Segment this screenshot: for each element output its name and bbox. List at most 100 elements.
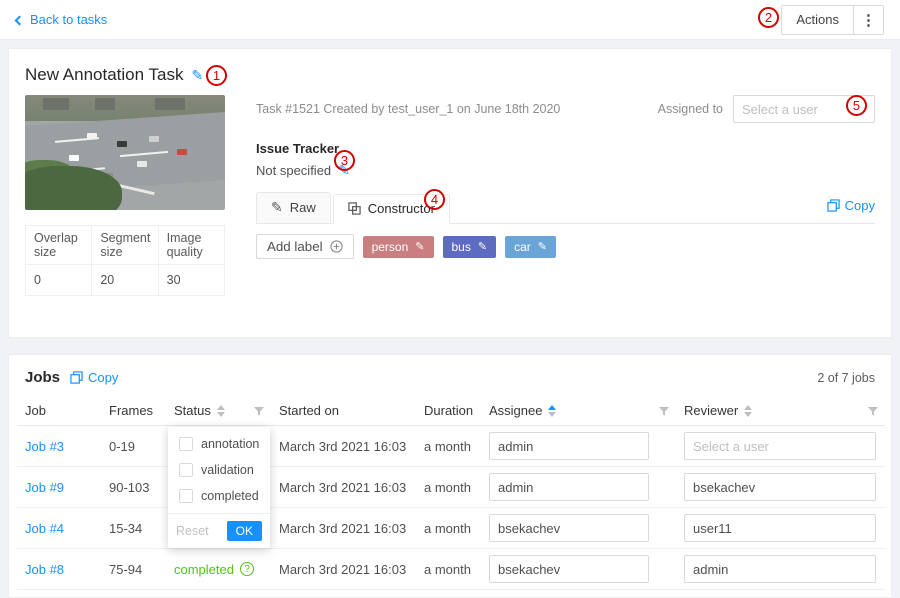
assignee-input[interactable]: [489, 555, 649, 583]
job-link[interactable]: Job #8: [25, 562, 64, 577]
label-name-car: car: [514, 240, 531, 254]
reviewer-input[interactable]: [684, 432, 876, 460]
filter-option-annotation[interactable]: annotation: [168, 431, 270, 457]
chevron-left-icon: [15, 15, 25, 25]
copy-jobs-button[interactable]: Copy: [70, 370, 118, 385]
back-to-tasks-link[interactable]: Back to tasks: [16, 12, 107, 27]
task-details-card: New Annotation Task ✎: [8, 48, 892, 338]
label-tag-car[interactable]: car ✎: [505, 236, 556, 258]
jobs-count: 2 of 7 jobs: [817, 371, 875, 385]
copy-labels-label: Copy: [845, 198, 875, 213]
filter-option-validation[interactable]: validation: [168, 457, 270, 483]
col-started: Started on: [271, 396, 416, 426]
callout-5: 5: [846, 95, 867, 116]
checkbox-icon[interactable]: [179, 463, 193, 477]
param-header-segment: Segment size: [92, 226, 158, 265]
assignee-input[interactable]: [489, 514, 649, 542]
job-duration: a month: [416, 467, 481, 508]
col-job: Job: [17, 396, 101, 426]
plus-circle-icon: [330, 240, 343, 253]
param-header-overlap: Overlap size: [26, 226, 92, 265]
job-row: Job #3 0-19 March 3rd 2021 16:03 a month: [17, 426, 885, 467]
constructor-tab-icon: [348, 202, 361, 215]
jobs-card: Jobs Copy 2 of 7 jobs Job Frames St: [8, 354, 892, 598]
raw-tab-icon: ✎: [271, 199, 283, 216]
copy-labels-button[interactable]: Copy: [827, 198, 875, 217]
filter-option-label: completed: [201, 489, 259, 503]
col-job-label: Job: [25, 403, 46, 418]
sort-reviewer[interactable]: [744, 405, 752, 417]
more-options-button[interactable]: ⋮: [853, 6, 883, 34]
labels-constructor-panel: Add label person ✎ bus ✎: [256, 224, 875, 259]
param-value-quality: 30: [158, 265, 224, 296]
checkbox-icon[interactable]: [179, 489, 193, 503]
filter-option-completed[interactable]: completed: [168, 483, 270, 509]
col-started-label: Started on: [279, 403, 339, 418]
callout-3: 3: [334, 150, 355, 171]
label-name-person: person: [372, 240, 409, 254]
jobs-title: Jobs: [25, 369, 60, 386]
job-status: completed: [174, 562, 234, 577]
checkbox-icon[interactable]: [179, 437, 193, 451]
label-name-bus: bus: [452, 240, 471, 254]
edit-label-bus-icon[interactable]: ✎: [478, 240, 487, 253]
task-title: New Annotation Task: [25, 65, 183, 85]
job-frames: 90-103: [101, 467, 166, 508]
job-started: March 3rd 2021 16:03: [271, 426, 416, 467]
job-frames: 0-19: [101, 426, 166, 467]
job-duration: a month: [416, 508, 481, 549]
param-value-segment: 20: [92, 265, 158, 296]
col-reviewer: Reviewer: [676, 396, 885, 426]
col-frames: Frames: [101, 396, 166, 426]
actions-button-label[interactable]: Actions: [782, 6, 853, 34]
filter-status-icon[interactable]: [253, 405, 265, 417]
add-label-label: Add label: [267, 239, 323, 254]
copy-icon: [827, 199, 840, 212]
job-link[interactable]: Job #4: [25, 521, 64, 536]
param-header-quality: Image quality: [158, 226, 224, 265]
job-started: March 3rd 2021 16:03: [271, 508, 416, 549]
edit-label-person-icon[interactable]: ✎: [415, 240, 424, 253]
reviewer-input[interactable]: [684, 473, 876, 501]
labels-tab-bar: ✎ Raw Constructor: [256, 191, 875, 224]
job-link[interactable]: Job #9: [25, 480, 64, 495]
filter-reviewer-icon[interactable]: [867, 405, 879, 417]
filter-assignee-icon[interactable]: [658, 405, 670, 417]
task-params-table: Overlap size Segment size Image quality …: [25, 225, 225, 296]
actions-button[interactable]: Actions ⋮: [781, 5, 884, 35]
col-reviewer-label: Reviewer: [684, 403, 738, 418]
reviewer-input[interactable]: [684, 514, 876, 542]
job-started: March 3rd 2021 16:03: [271, 549, 416, 590]
label-tag-person[interactable]: person ✎: [363, 236, 434, 258]
filter-option-label: validation: [201, 463, 254, 477]
ok-filter-button[interactable]: OK: [227, 521, 262, 541]
question-circle-icon[interactable]: ?: [240, 562, 254, 576]
assignee-input[interactable]: [489, 473, 649, 501]
tab-raw-label: Raw: [290, 200, 316, 215]
assignee-input[interactable]: [489, 432, 649, 460]
reviewer-input[interactable]: [684, 555, 876, 583]
job-frames: 15-34: [101, 508, 166, 549]
col-frames-label: Frames: [109, 403, 153, 418]
add-label-button[interactable]: Add label: [256, 234, 354, 259]
edit-label-car-icon[interactable]: ✎: [538, 240, 547, 253]
job-duration: a month: [416, 426, 481, 467]
assigned-to-label: Assigned to: [658, 102, 723, 116]
sort-assignee[interactable]: [548, 405, 556, 417]
callout-2: 2: [758, 7, 779, 28]
job-row: Job #8 75-94 completed ? March 3rd 2021 …: [17, 549, 885, 590]
sort-status[interactable]: [217, 405, 225, 417]
col-status: Status: [166, 396, 271, 426]
edit-title-icon[interactable]: ✎: [191, 67, 203, 84]
reset-filter-button[interactable]: Reset: [176, 524, 209, 538]
label-tag-bus[interactable]: bus ✎: [443, 236, 497, 258]
callout-4: 4: [424, 189, 445, 210]
job-started: March 3rd 2021 16:03: [271, 467, 416, 508]
tab-raw[interactable]: ✎ Raw: [256, 192, 331, 223]
col-status-label: Status: [174, 403, 211, 418]
param-value-overlap: 0: [26, 265, 92, 296]
job-link[interactable]: Job #3: [25, 439, 64, 454]
job-frames: 75-94: [101, 549, 166, 590]
job-row: Job #9 90-103 March 3rd 2021 16:03 a mon…: [17, 467, 885, 508]
ellipsis-icon: ⋮: [861, 11, 876, 29]
